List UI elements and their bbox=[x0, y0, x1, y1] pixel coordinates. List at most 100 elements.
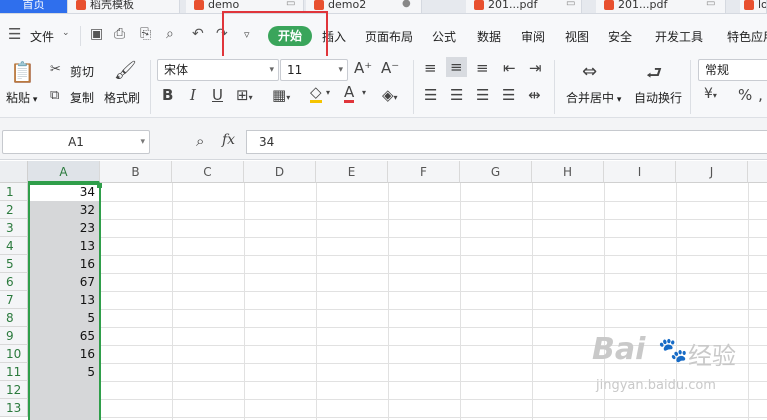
fill-color-icon[interactable]: ◇ bbox=[310, 84, 322, 103]
row-header[interactable]: 4 bbox=[0, 237, 28, 255]
column-header[interactable]: B bbox=[100, 161, 172, 183]
zoom-icon[interactable]: ⌕ bbox=[196, 132, 204, 150]
wrap-text-button[interactable]: 自动换行 bbox=[634, 89, 682, 106]
tab-view[interactable]: 视图 bbox=[565, 28, 589, 45]
format-painter-icon[interactable]: 🖌 bbox=[114, 60, 137, 81]
copy-icon[interactable]: ⧉ bbox=[50, 88, 59, 103]
chevron-down-icon[interactable]: ▾ bbox=[326, 88, 330, 97]
column-header[interactable]: G bbox=[460, 161, 532, 183]
save-icon[interactable]: ▣ bbox=[90, 26, 103, 42]
name-box[interactable]: A1 ▾ bbox=[2, 130, 150, 154]
paste-icon[interactable]: 📋 bbox=[10, 60, 35, 84]
justify-icon[interactable]: ☰ bbox=[502, 86, 515, 104]
cell-style-icon[interactable]: ▦▾ bbox=[272, 86, 290, 104]
row-header[interactable]: 10 bbox=[0, 345, 28, 363]
decrease-indent-icon[interactable]: ⇤ bbox=[503, 59, 516, 77]
insert-function-icon[interactable]: fx bbox=[222, 132, 235, 148]
tab-home[interactable]: 首页 bbox=[0, 0, 68, 13]
scissors-icon[interactable]: ✂ bbox=[50, 62, 61, 77]
row-header[interactable]: 1 bbox=[0, 183, 28, 201]
document-tab-bar: 首页 稻壳模板 demo ▭ demo2 ● 201...pdf ▭ 201...pd… bbox=[0, 0, 767, 14]
row-header[interactable]: 9 bbox=[0, 327, 28, 345]
clear-format-icon[interactable]: ◈▾ bbox=[382, 86, 398, 104]
font-size-select[interactable]: 11 ▾ bbox=[280, 59, 348, 81]
copy-button[interactable]: 复制 bbox=[70, 89, 94, 106]
tab-developer[interactable]: 开发工具 bbox=[655, 28, 703, 45]
bold-icon[interactable]: B bbox=[162, 86, 173, 104]
file-menu[interactable]: 文件 bbox=[30, 28, 54, 45]
increase-font-icon[interactable]: A⁺ bbox=[354, 59, 372, 77]
currency-icon[interactable]: ¥▾ bbox=[704, 86, 717, 102]
align-center-icon[interactable]: ☰ bbox=[450, 86, 463, 104]
export-icon[interactable]: ⎙ bbox=[114, 26, 125, 42]
align-bottom-icon[interactable]: ≡ bbox=[476, 59, 489, 77]
column-header[interactable] bbox=[748, 161, 767, 183]
gridline bbox=[28, 417, 767, 418]
select-all-corner[interactable] bbox=[0, 161, 28, 183]
column-header[interactable]: D bbox=[244, 161, 316, 183]
row-header[interactable]: 2 bbox=[0, 201, 28, 219]
column-header[interactable]: H bbox=[532, 161, 604, 183]
merge-center-button[interactable]: 合并居中 ▾ bbox=[566, 89, 621, 106]
monitor-icon: ▭ bbox=[706, 0, 716, 9]
formula-bar: A1 ▾ ⌕ fx 34 bbox=[0, 118, 767, 160]
tab-security[interactable]: 安全 bbox=[608, 28, 632, 45]
chevron-down-icon[interactable]: ▾ bbox=[362, 88, 366, 97]
row-header[interactable]: 13 bbox=[0, 399, 28, 417]
formula-input[interactable]: 34 bbox=[246, 130, 767, 154]
distributed-icon[interactable]: ⇹ bbox=[528, 86, 541, 104]
tab-formulas[interactable]: 公式 bbox=[432, 28, 456, 45]
merge-center-icon[interactable]: ⇔ bbox=[582, 61, 597, 82]
font-color-icon[interactable]: A bbox=[344, 84, 355, 103]
font-name-select[interactable]: 宋体 ▾ bbox=[157, 59, 279, 81]
print-icon[interactable]: ⎘ bbox=[140, 26, 151, 42]
tab-review[interactable]: 审阅 bbox=[521, 28, 545, 45]
number-format-select[interactable]: 常规 bbox=[698, 59, 767, 81]
column-header[interactable]: A bbox=[28, 161, 100, 183]
fill-handle[interactable] bbox=[97, 183, 102, 188]
tab-pdf-2[interactable]: 201...pdf ▭ bbox=[596, 0, 726, 13]
tab-last-label: lo bbox=[758, 0, 767, 11]
format-painter-button[interactable]: 格式刷 bbox=[104, 89, 140, 106]
column-header[interactable]: C bbox=[172, 161, 244, 183]
decrease-font-icon[interactable]: A⁻ bbox=[381, 59, 399, 77]
align-right-icon[interactable]: ☰ bbox=[476, 86, 489, 104]
thousands-separator-icon[interactable]: ‚ bbox=[758, 86, 763, 104]
tab-data[interactable]: 数据 bbox=[477, 28, 501, 45]
underline-icon[interactable]: U bbox=[212, 86, 223, 104]
hamburger-icon[interactable]: ☰ bbox=[8, 25, 21, 43]
undo-icon[interactable]: ↶ bbox=[192, 26, 204, 42]
chevron-down-icon[interactable]: ⌄ bbox=[62, 28, 70, 38]
column-header[interactable]: E bbox=[316, 161, 388, 183]
row-header[interactable]: 3 bbox=[0, 219, 28, 237]
cut-button[interactable]: 剪切 bbox=[70, 63, 94, 80]
tab-template[interactable]: 稻壳模板 bbox=[68, 0, 180, 13]
row-header[interactable]: 8 bbox=[0, 309, 28, 327]
row-header[interactable]: 5 bbox=[0, 255, 28, 273]
tab-page-layout[interactable]: 页面布局 bbox=[365, 28, 413, 45]
column-header[interactable]: I bbox=[604, 161, 676, 183]
row-header[interactable]: 6 bbox=[0, 273, 28, 291]
border-icon[interactable]: ⊞▾ bbox=[236, 86, 253, 104]
paste-button[interactable]: 粘贴 ▾ bbox=[6, 89, 37, 106]
tab-demo-label: demo bbox=[208, 0, 240, 11]
print-preview-icon[interactable]: ⌕ bbox=[166, 26, 174, 42]
align-top-icon[interactable]: ≡ bbox=[424, 59, 437, 77]
italic-icon[interactable]: I bbox=[190, 86, 196, 104]
tab-pdf-1[interactable]: 201...pdf ▭ bbox=[466, 0, 582, 13]
gridline bbox=[28, 327, 767, 328]
wrap-text-icon[interactable]: ⮐ bbox=[646, 61, 662, 91]
increase-indent-icon[interactable]: ⇥ bbox=[529, 59, 542, 77]
align-left-icon[interactable]: ☰ bbox=[424, 86, 437, 104]
row-header[interactable]: 12 bbox=[0, 381, 28, 399]
divider bbox=[554, 60, 555, 114]
column-header[interactable]: J bbox=[676, 161, 748, 183]
tab-special-features[interactable]: 特色应用 bbox=[727, 28, 767, 45]
row-header[interactable]: 7 bbox=[0, 291, 28, 309]
percent-icon[interactable]: % bbox=[738, 86, 752, 104]
column-header[interactable]: F bbox=[388, 161, 460, 183]
tab-last[interactable]: lo bbox=[740, 0, 767, 13]
monitor-icon: ▭ bbox=[286, 0, 296, 9]
align-middle-icon[interactable]: ≡ bbox=[446, 57, 467, 77]
row-header[interactable]: 11 bbox=[0, 363, 28, 381]
